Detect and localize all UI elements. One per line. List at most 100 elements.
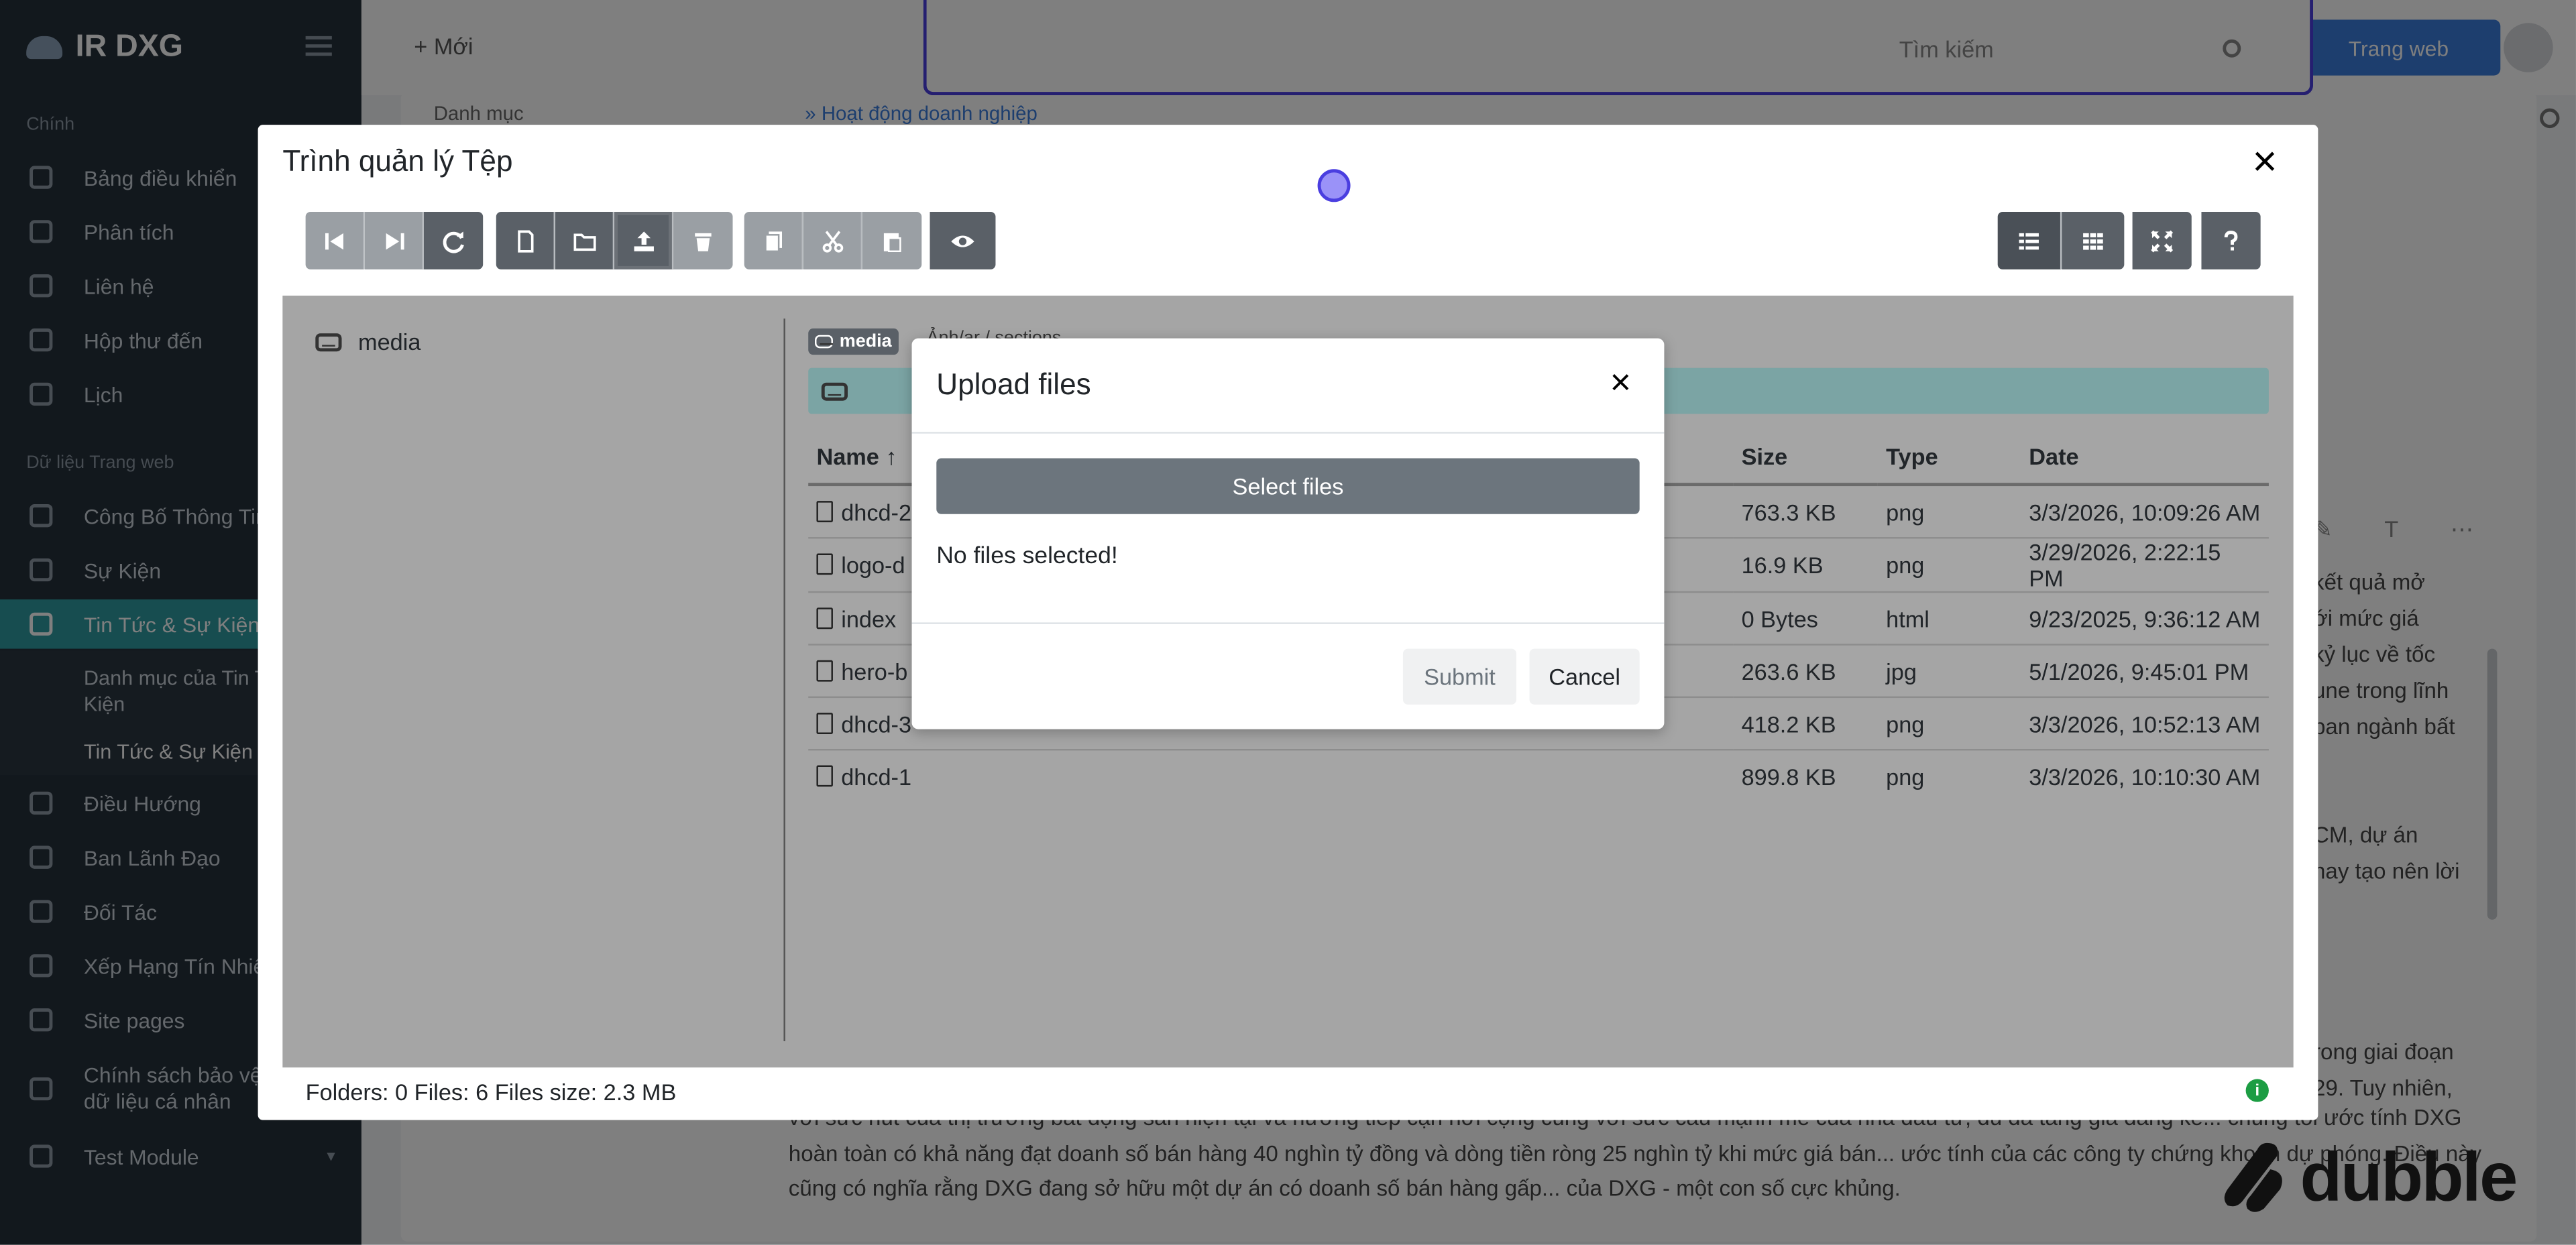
new-folder-button[interactable] xyxy=(555,211,615,270)
forward-button[interactable] xyxy=(364,211,424,270)
toolbar-file-group xyxy=(496,211,733,271)
close-icon[interactable]: × xyxy=(2252,138,2277,184)
file-type: png xyxy=(1877,484,2021,539)
file-date: 9/23/2025, 9:36:12 AM xyxy=(2021,592,2269,646)
image-file-icon xyxy=(816,711,833,733)
submit-button[interactable]: Submit xyxy=(1402,648,1516,705)
table-row[interactable]: dhcd-1 899.8 KB png 3/3/2026, 10:10:30 AM xyxy=(808,750,2269,801)
image-file-icon xyxy=(816,659,833,681)
file-date: 5/1/2026, 9:45:01 PM xyxy=(2021,644,2269,699)
refresh-button[interactable] xyxy=(423,211,484,270)
dubble-logo-icon xyxy=(2224,1142,2282,1212)
file-date: 3/3/2026, 10:09:26 AM xyxy=(2021,484,2269,539)
paste-button[interactable] xyxy=(862,211,922,270)
pane-divider[interactable] xyxy=(783,318,785,1042)
info-glyph: i xyxy=(2255,1081,2260,1100)
new-folder-icon xyxy=(573,233,596,250)
image-file-icon xyxy=(816,764,833,786)
column-size[interactable]: Size xyxy=(1733,430,1878,487)
file-name: logo-d xyxy=(841,552,905,579)
scissors-icon xyxy=(822,230,843,252)
file-manager-title: Trình quản lý Tệp xyxy=(282,144,513,178)
select-files-label: Select files xyxy=(1232,473,1344,499)
question-icon xyxy=(2224,229,2238,250)
upload-status-text: No files selected! xyxy=(936,543,1118,571)
help-button[interactable] xyxy=(2201,211,2261,270)
file-date: 3/29/2026, 2:22:15 PM xyxy=(2021,538,2269,593)
skip-back-icon xyxy=(324,232,343,249)
file-size: 263.6 KB xyxy=(1733,644,1878,699)
file-name-cell: dhcd-1 xyxy=(808,750,1733,801)
delete-button[interactable] xyxy=(673,211,733,270)
list-view-button[interactable] xyxy=(1997,211,2062,270)
file-name: dhcd-3 xyxy=(841,710,912,737)
toolbar-fullscreen-group xyxy=(2132,211,2192,271)
file-name: hero-b xyxy=(841,658,908,685)
upload-button[interactable] xyxy=(614,211,674,270)
divider xyxy=(911,622,1665,624)
expand-icon xyxy=(2151,229,2174,252)
eye-icon xyxy=(951,235,974,247)
file-name: dhcd-2 xyxy=(841,498,912,525)
column-type[interactable]: Type xyxy=(1877,430,2021,487)
image-file-icon xyxy=(816,553,833,575)
upload-icon xyxy=(633,231,653,251)
file-name: index xyxy=(841,605,897,632)
paste-icon xyxy=(883,232,901,251)
column-date[interactable]: Date xyxy=(2021,430,2269,487)
mouse-cursor-indicator xyxy=(1317,169,1351,202)
copy-icon xyxy=(764,231,781,251)
upload-dialog: Upload files × Select files No files sel… xyxy=(911,338,1665,729)
file-manager-status: Folders: 0 Files: 6 Files size: 2.3 MB xyxy=(305,1079,677,1106)
file-date: 3/3/2026, 10:10:30 AM xyxy=(2029,762,2261,790)
file-size: 763.3 KB xyxy=(1733,484,1878,539)
file-type: html xyxy=(1877,592,2021,646)
file-size: 899.8 KB xyxy=(1741,762,1836,790)
toolbar-preview-group xyxy=(930,211,996,271)
hard-drive-icon xyxy=(815,335,833,349)
preview-button[interactable] xyxy=(930,211,996,270)
toolbar-nav-group xyxy=(305,211,484,271)
image-file-icon xyxy=(816,499,833,522)
tree-root-label: media xyxy=(358,328,421,355)
file-type: png xyxy=(1877,697,2021,751)
grid-view-button[interactable] xyxy=(2062,211,2125,270)
toolbar-help-group xyxy=(2201,211,2261,271)
file-size: 16.9 KB xyxy=(1733,538,1878,593)
breadcrumb-media[interactable]: media xyxy=(808,328,899,355)
dubble-watermark: dubble xyxy=(2221,1138,2518,1216)
toolbar-view-group xyxy=(1997,211,2125,271)
info-icon[interactable]: i xyxy=(2245,1079,2269,1102)
divider xyxy=(911,432,1665,434)
screen: IR DXG Chính Bảng điều khiển Phân tích L… xyxy=(0,0,2576,1245)
upload-dialog-title: Upload files xyxy=(936,367,1091,401)
tree-root-media[interactable]: media xyxy=(315,329,421,355)
dubble-wordmark: dubble xyxy=(2300,1138,2518,1216)
cut-button[interactable] xyxy=(803,211,863,270)
file-type: png xyxy=(1886,762,1925,790)
back-button[interactable] xyxy=(305,211,365,270)
file-size: 0 Bytes xyxy=(1733,592,1878,646)
close-icon[interactable]: × xyxy=(1610,362,1632,402)
breadcrumb-media-label: media xyxy=(839,331,892,352)
file-icon xyxy=(816,607,833,628)
hard-drive-icon xyxy=(315,333,342,351)
skip-forward-icon xyxy=(385,232,404,249)
select-files-button[interactable]: Select files xyxy=(936,458,1640,514)
new-file-icon xyxy=(517,229,533,252)
file-size: 418.2 KB xyxy=(1733,697,1878,751)
refresh-icon xyxy=(443,231,464,253)
file-date: 3/3/2026, 10:52:13 AM xyxy=(2021,697,2269,751)
trash-icon xyxy=(695,232,712,251)
new-file-button[interactable] xyxy=(496,211,555,270)
toolbar-clipboard-group xyxy=(744,211,922,271)
file-type: png xyxy=(1877,538,2021,593)
submit-label: Submit xyxy=(1424,663,1496,690)
copy-button[interactable] xyxy=(744,211,803,270)
file-type: jpg xyxy=(1877,644,2021,699)
fullscreen-button[interactable] xyxy=(2132,211,2192,270)
list-icon xyxy=(2019,232,2039,249)
hard-drive-icon xyxy=(821,382,848,401)
file-name: dhcd-1 xyxy=(841,762,912,790)
cancel-button[interactable]: Cancel xyxy=(1529,648,1640,705)
